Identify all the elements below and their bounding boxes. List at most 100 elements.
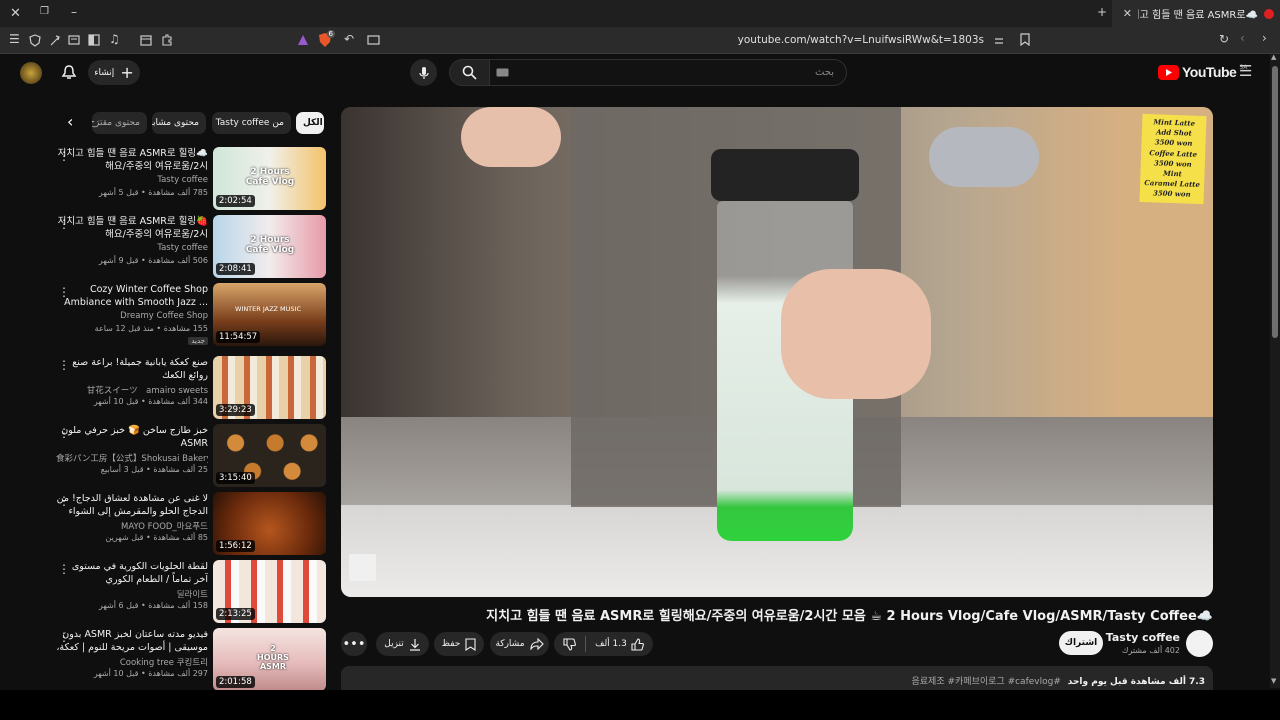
rec-title[interactable]: فيديو مدته ساعتان لخبز ASMR بدون موسيقى … bbox=[56, 628, 208, 655]
keyboard-icon[interactable] bbox=[496, 68, 509, 77]
thumb-text: 2 HOURS ASMR bbox=[257, 644, 289, 671]
reading-list-icon[interactable] bbox=[68, 34, 80, 46]
search-icon bbox=[462, 65, 477, 80]
rec-title[interactable]: لقطة الحلويات الكورية في مستوى آخر تماما… bbox=[56, 560, 208, 586]
rec-channel[interactable]: 딜라이트 bbox=[56, 588, 208, 600]
music-icon[interactable]: ♫ bbox=[109, 33, 120, 45]
close-tab-icon[interactable]: ✕ bbox=[1123, 8, 1132, 19]
rec-channel[interactable]: Tasty coffee bbox=[56, 243, 208, 253]
scrollbar-thumb[interactable] bbox=[1272, 66, 1278, 338]
translate-icon[interactable] bbox=[993, 35, 1005, 46]
list-item[interactable]: ⋮ لقطة الحلويات الكورية في مستوى آخر تما… bbox=[56, 560, 326, 624]
save-button[interactable]: حفظ bbox=[434, 632, 484, 656]
subscribe-button[interactable]: اشتراك bbox=[1059, 631, 1103, 655]
thumbs-down-icon[interactable] bbox=[563, 637, 577, 651]
rec-title[interactable]: خبز طازج ساخن 🍞 خبز حرفي ملون ASMR bbox=[56, 424, 208, 450]
hashtags[interactable]: #음료제조 #카페브이로그 #cafevlog bbox=[912, 677, 1061, 687]
rec-title[interactable]: 🍓지치고 힘들 땐 음료 ASMR로 힐링해요/주중의 여유로움/2시 bbox=[56, 215, 208, 241]
rec-channel[interactable]: 食彩パン工房【公式】Shokusai Bakery ... bbox=[56, 452, 208, 464]
rec-channel[interactable]: MAYO FOOD_마요푸드 bbox=[56, 520, 208, 532]
rec-thumbnail[interactable]: 2 Hours Cafe Vlog 2:02:54 bbox=[213, 147, 326, 210]
channel-watermark[interactable] bbox=[349, 554, 376, 581]
youtube-favicon-icon bbox=[1264, 8, 1274, 19]
tab-manager-icon[interactable] bbox=[140, 34, 152, 46]
voice-search-button[interactable] bbox=[410, 59, 437, 86]
hand bbox=[781, 269, 931, 399]
duration-badge: 2:01:58 bbox=[216, 676, 255, 688]
create-button[interactable]: + إنشاء bbox=[88, 60, 140, 85]
list-item[interactable]: ⋮ خبز طازج ساخن 🍞 خبز حرفي ملون ASMR 食彩パ… bbox=[56, 424, 326, 488]
browser-tab-active[interactable]: ☁️지치고 힘들 땐 음료 ASMR로 ✕ bbox=[1112, 0, 1280, 27]
notifications-bell-icon[interactable] bbox=[61, 64, 77, 81]
youtube-logo[interactable]: YouTube SA bbox=[1158, 63, 1247, 81]
rec-title[interactable]: صنع كعكة يابانية جميلة! براعة صنع روائع … bbox=[56, 356, 208, 382]
rec-thumbnail[interactable]: WINTER JAZZ MUSIC 11:54:57 bbox=[213, 283, 326, 346]
rec-thumbnail[interactable]: 2:13:25 bbox=[213, 560, 326, 623]
menu-icon[interactable]: ☰ bbox=[9, 33, 20, 45]
share-button[interactable]: مشاركة bbox=[490, 632, 549, 656]
download-label: تنزيل bbox=[384, 639, 404, 649]
avatar[interactable] bbox=[20, 62, 42, 84]
minimize-icon[interactable]: – bbox=[71, 6, 77, 18]
chip-suggested[interactable]: محتوى مقترَح bbox=[92, 112, 147, 134]
video-player[interactable]: Mint Latte Add Shot 3500 won Coffee Latt… bbox=[341, 107, 1213, 597]
reload-icon[interactable]: ↻ bbox=[1219, 33, 1229, 45]
rec-thumbnail[interactable]: 3:29:23 bbox=[213, 356, 326, 419]
menu-line: 3500 won bbox=[1152, 188, 1191, 200]
extensions-icon[interactable] bbox=[160, 33, 173, 46]
duration-badge: 2:02:54 bbox=[216, 195, 255, 207]
microphone-icon bbox=[418, 66, 429, 79]
bookmark-icon[interactable] bbox=[1020, 33, 1030, 46]
list-item[interactable]: ⋮ Cozy Winter Coffee Shop Ambiance with … bbox=[56, 283, 326, 347]
list-item[interactable]: ⋮ صنع كعكة يابانية جميلة! براعة صنع روائ… bbox=[56, 356, 326, 420]
like-button[interactable]: 1.3 ألف bbox=[595, 637, 644, 651]
page-scrollbar[interactable]: ▲ ▼ bbox=[1270, 54, 1280, 688]
thumb-text: 2 Hours Cafe Vlog bbox=[245, 167, 295, 187]
rec-channel[interactable]: Dreamy Coffee Shop bbox=[56, 311, 208, 321]
new-tab-icon[interactable]: + bbox=[1097, 6, 1107, 18]
forward-icon[interactable]: › bbox=[1262, 32, 1267, 44]
share-icon bbox=[529, 638, 544, 650]
list-item[interactable]: ⋮ ☁️지치고 힘들 땐 음료 ASMR로 힐링해요/주중의 여유로움/2시 T… bbox=[56, 147, 326, 211]
like-count: 1.3 ألف bbox=[595, 639, 627, 649]
download-button[interactable]: تنزيل bbox=[376, 632, 429, 656]
hamburger-menu-icon[interactable]: ☰ bbox=[1239, 64, 1252, 79]
shield-icon[interactable] bbox=[29, 34, 41, 47]
description-box[interactable]: 7.3 ألف مشاهدة قبل يوم واحد #음료제조 #카페브이로… bbox=[341, 666, 1213, 690]
sidebar-icon[interactable] bbox=[88, 34, 100, 46]
close-window-icon[interactable]: ✕ bbox=[10, 7, 21, 20]
rec-channel[interactable]: Tasty coffee bbox=[56, 175, 208, 185]
address-bar[interactable]: youtube.com/watch?v=LnuifwsiRWw&t=1803s bbox=[290, 30, 1040, 51]
plus-icon: + bbox=[120, 63, 134, 82]
rec-channel[interactable]: 甘花スイーツ amairo sweets bbox=[56, 384, 208, 396]
puzzle-icon[interactable] bbox=[49, 34, 61, 46]
rec-title[interactable]: Cozy Winter Coffee Shop Ambiance with Sm… bbox=[56, 283, 208, 309]
chip-all[interactable]: الكل bbox=[296, 112, 324, 134]
maximize-icon[interactable]: ❐ bbox=[40, 7, 49, 17]
search-input[interactable]: بحث bbox=[489, 59, 847, 86]
search-button[interactable] bbox=[449, 59, 490, 86]
rec-thumbnail[interactable]: 1:56:12 bbox=[213, 492, 326, 555]
more-horizontal-icon: ••• bbox=[342, 636, 366, 652]
back-icon[interactable]: ‹ bbox=[1240, 32, 1245, 44]
chip-from-channel[interactable]: من Tasty coffee bbox=[212, 112, 291, 134]
thumb-text: WINTER JAZZ MUSIC bbox=[234, 305, 302, 313]
rec-meta: 25 ألف مشاهدة • قبل 3 أسابيع bbox=[100, 465, 208, 474]
chips-scroll-left-icon[interactable]: ‹ bbox=[67, 114, 73, 130]
rec-title[interactable]: لا غنى عن مشاهدة لعشاق الدجاج! من الدجاج… bbox=[56, 492, 208, 519]
list-item[interactable]: ⋮ 🍓지치고 힘들 땐 음료 ASMR로 힐링해요/주중의 여유로움/2시 Ta… bbox=[56, 215, 326, 279]
list-item[interactable]: ⋮ فيديو مدته ساعتان لخبز ASMR بدون موسيق… bbox=[56, 628, 326, 692]
scroll-up-icon[interactable]: ▲ bbox=[1271, 54, 1276, 61]
rec-thumbnail[interactable]: 2 HOURS ASMR 2:01:58 bbox=[213, 628, 326, 691]
rec-channel[interactable]: Cooking tree 쿠킹트리 bbox=[56, 656, 208, 668]
channel-avatar[interactable] bbox=[1186, 630, 1213, 657]
rec-title[interactable]: ☁️지치고 힘들 땐 음료 ASMR로 힐링해요/주중의 여유로움/2시 bbox=[56, 147, 208, 173]
video-title: ☁️지치고 힘들 땐 음료 ASMR로 힐링해요/주중의 여유로움/2시간 모음… bbox=[486, 609, 1213, 624]
chip-related[interactable]: محتوى مشابه bbox=[152, 112, 206, 134]
list-item[interactable]: ⋮ لا غنى عن مشاهدة لعشاق الدجاج! من الدج… bbox=[56, 492, 326, 556]
more-actions-button[interactable]: ••• bbox=[341, 632, 367, 656]
scroll-down-icon[interactable]: ▼ bbox=[1271, 678, 1276, 685]
rec-thumbnail[interactable]: 3:15:40 bbox=[213, 424, 326, 487]
channel-name[interactable]: Tasty coffee bbox=[1100, 631, 1180, 644]
rec-thumbnail[interactable]: 2 Hours Cafe Vlog 2:08:41 bbox=[213, 215, 326, 278]
